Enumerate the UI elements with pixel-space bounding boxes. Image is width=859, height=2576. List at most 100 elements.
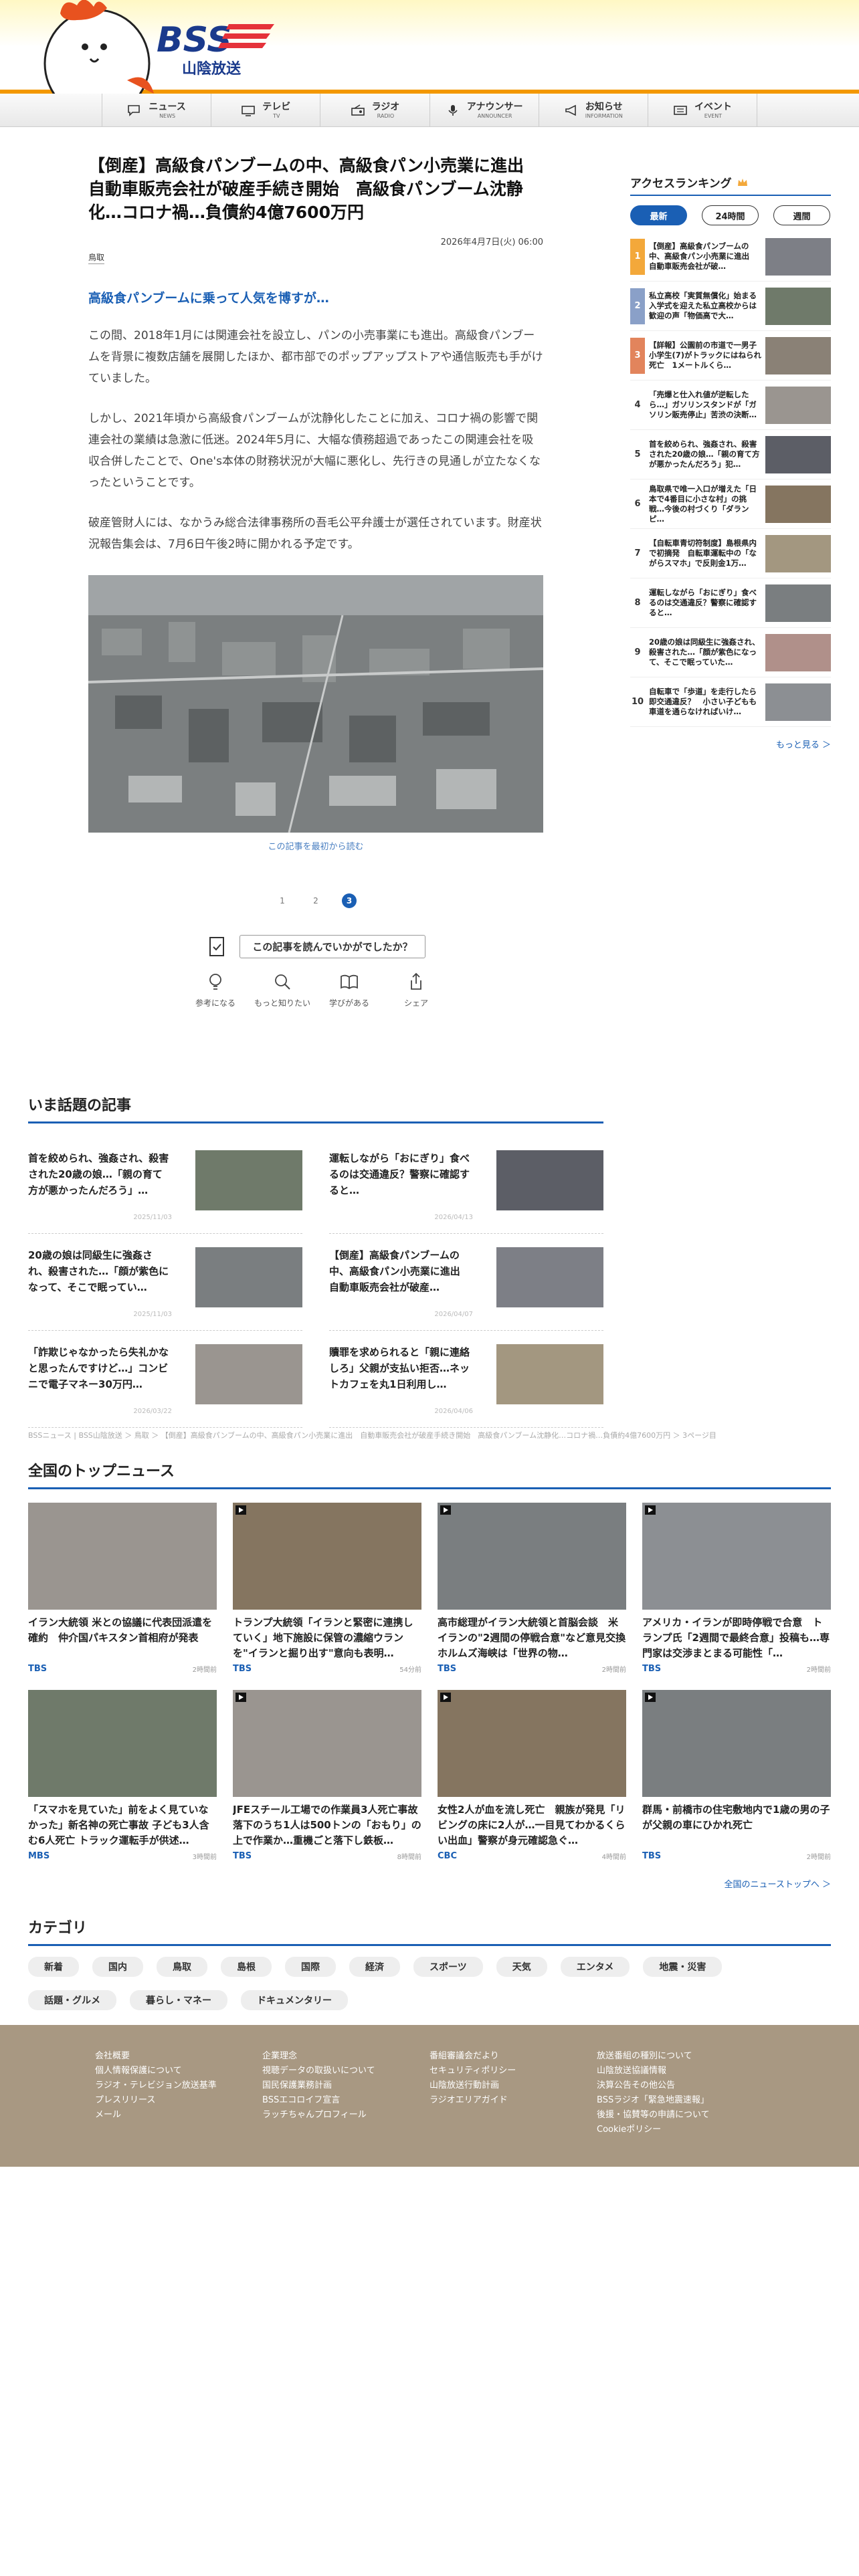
ranking-item[interactable]: 2 私立高校「実質無償化」始まる 入学式を迎えた私立高校からは歓迎の声「物価高で大… — [630, 282, 831, 331]
share-icon — [411, 972, 421, 990]
ranking-item[interactable]: 5 首を絞められ、強姦され、殺害された20歳の娘…「親の育て方が悪かったんだろう」… — [630, 430, 831, 479]
footer-link[interactable]: 山陰放送協議情報 — [597, 2064, 764, 2078]
bss-logo[interactable]: BSS 山陰放送 — [155, 15, 276, 82]
category-pill[interactable]: 国内 — [92, 1957, 143, 1977]
national-news-card[interactable]: JFEスチール工場での作業員3人死亡事故 落下のうち1人は500トンの「おもり」… — [233, 1690, 421, 1861]
national-news-card[interactable]: 高市総理がイラン大統領と首脳会談 米イランの"2週間の停戦合意"など意見交換 ホ… — [438, 1503, 626, 1674]
trending-item[interactable]: 【倒産】高級食パンブームの中、高級食パン小売業に進出 自動車販売会社が破産… 20… — [329, 1234, 603, 1331]
national-news-meta: CBC 4時間前 — [438, 1851, 626, 1861]
category-pill[interactable]: 話題・グルメ — [28, 1990, 116, 2010]
footer-link[interactable]: 決算公告その他公告 — [597, 2078, 764, 2093]
national-news-card[interactable]: 女性2人が血を流し死亡 親族が発見「リビングの床に2人が…一目見てわかるくらい出… — [438, 1690, 626, 1861]
ranking-item[interactable]: 7 【自転車青切符制度】島根県内で初摘発 自転車運転中の「ながらスマホ」で反則金1… — [630, 529, 831, 578]
ranking-item[interactable]: 6 鳥取県で唯一入口が増えた「日本で4番目に小さな村」の挑戦…今後の村づくり「ダラ… — [630, 479, 831, 529]
category-pill[interactable]: ドキュメンタリー — [241, 1990, 348, 2010]
footer-link[interactable]: ラッチちゃんプロフィール — [262, 2108, 430, 2123]
footer-link[interactable]: 放送番組の種別について — [597, 2049, 764, 2064]
trending-item[interactable]: 「詐欺じゃなかったら失礼かなと思ったんですけど…」コンビニで電子マネー30万円…… — [28, 1331, 302, 1428]
footer-link[interactable]: 会社概要 — [95, 2049, 262, 2064]
nav-radio[interactable]: ラジオ RADIO — [320, 94, 429, 127]
trending-item[interactable]: 贖罪を求められると「親に連絡しろ」父親が支払い拒否…ネットカフェを丸1日利用し…… — [329, 1331, 603, 1428]
national-news-card[interactable]: 群馬・前橋市の住宅敷地内で1歳の男の子が父親の車にひかれ死亡 TBS 2時間前 — [642, 1690, 831, 1861]
footer-link[interactable]: 番組審議会だより — [430, 2049, 597, 2064]
category-pill[interactable]: 新着 — [28, 1957, 79, 1977]
footer-link[interactable]: BSSラジオ「緊急地震速報」 — [597, 2093, 764, 2108]
svg-text:山陰放送: 山陰放送 — [182, 60, 241, 78]
tab-24h[interactable]: 24時間 — [702, 205, 759, 225]
trending-thumbnail — [496, 1150, 603, 1210]
reaction-want-more[interactable]: もっと知りたい — [254, 972, 310, 1008]
category-pill[interactable]: 国際 — [285, 1957, 336, 1977]
category-pill[interactable]: 地震・災害 — [643, 1957, 723, 1977]
nav-announcer[interactable]: アナウンサー ANNOUNCER — [429, 94, 539, 127]
category-pill[interactable]: 天気 — [496, 1957, 547, 1977]
reaction-share[interactable]: シェア — [391, 972, 442, 1008]
nav-information[interactable]: お知らせ INFORMATION — [538, 94, 648, 127]
page-link[interactable]: 1 — [275, 893, 290, 908]
news-time: 4時間前 — [601, 1854, 626, 1861]
footer-link[interactable]: 視聴データの取扱いについて — [262, 2064, 430, 2078]
national-grid: イラン大統領 米との協議に代表団派遣を確約 仲介国パキスタン首相府が発表 TBS 2… — [28, 1503, 831, 1861]
category-pill[interactable]: 経済 — [349, 1957, 400, 1977]
footer-link[interactable]: メール — [95, 2108, 262, 2123]
tab-latest[interactable]: 最新 — [630, 205, 687, 225]
footer-link[interactable]: 山陰放送行動計画 — [430, 2078, 597, 2093]
nav-sublabel: RADIO — [377, 112, 395, 119]
footer-link[interactable]: プレスリリース — [95, 2093, 262, 2108]
category-pill[interactable]: 暮らし・マネー — [130, 1990, 227, 2010]
national-news-card[interactable]: 「スマホを見ていた」前をよく見ていなかった」新名神の死亡事故 子ども3人含む6人… — [28, 1690, 217, 1861]
category-pill[interactable]: 島根 — [221, 1957, 272, 1977]
national-more-link[interactable]: 全国のニューストップへ ＞ — [28, 1877, 831, 1890]
reaction-buttons: 参考になる もっと知りたい 学びがある シェア — [88, 972, 543, 1008]
trending-item[interactable]: 20歳の娘は同級生に強姦され、殺害された…「顔が紫色になって、そこで眠ってい… 2… — [28, 1234, 302, 1331]
footer-link[interactable]: ラジオエリアガイド — [430, 2093, 597, 2108]
reaction-helpful[interactable]: 参考になる — [190, 972, 241, 1008]
ranking-item-text: 運転しながら「おにぎり」食べるのは交通違反？警察に確認すると… — [649, 588, 757, 617]
national-news-section: 全国のトップニュース イラン大統領 米との協議に代表団派遣を確約 仲介国パキスタ… — [28, 1459, 831, 1890]
ranking-item[interactable]: 4 「売爆と仕入れ値が逆転したら…」ガソリンスタンドが「ガソリン販売停止」苦渋の決… — [630, 381, 831, 430]
category-list: 新着 国内 鳥取 島根 国際 経済 スポーツ 天気 エンタメ 地震・災害話題・グルメ 暮らし・マネー… — [28, 1957, 764, 2010]
category-title: カテゴリ — [28, 1916, 831, 1946]
footer-link[interactable]: 企業理念 — [262, 2049, 430, 2064]
news-time: 2時間前 — [192, 1667, 217, 1674]
category-pill[interactable]: エンタメ — [560, 1957, 630, 1977]
category-pill[interactable]: スポーツ — [413, 1957, 483, 1977]
footer-link[interactable]: 国民保護業務計画 — [262, 2078, 430, 2093]
page-link[interactable]: 2 — [308, 893, 323, 908]
ranking-thumbnail — [765, 534, 831, 572]
article-tag[interactable]: 鳥取 — [88, 251, 105, 264]
footer-link[interactable]: BSSエコロイフ宣言 — [262, 2093, 430, 2108]
trending-item[interactable]: 首を絞められ、強姦され、殺害された20歳の娘…「親の育て方が悪かったんだろう」…… — [28, 1137, 302, 1234]
trending-item-body: 20歳の娘は同級生に強姦され、殺害された…「顔が紫色になって、そこで眠ってい… 2… — [28, 1247, 172, 1330]
read-from-start-link[interactable]: この記事を最初から読む — [88, 839, 543, 852]
footer-link[interactable]: Cookieポリシー — [597, 2123, 764, 2137]
aerial-city-image — [88, 575, 543, 833]
national-news-card[interactable]: アメリカ・イランが即時停戦で合意 トランプ氏「2週間で最終合意」投稿も…専門家は… — [642, 1503, 831, 1674]
ranking-item[interactable]: 10 自転車で「歩道」を走行したら即交通違反？ 小さい子どもも車道を通らなければい… — [630, 677, 831, 727]
tab-weekly[interactable]: 週間 — [773, 205, 830, 225]
reaction-learned[interactable]: 学びがある — [324, 972, 375, 1008]
trending-thumbnail — [496, 1247, 603, 1307]
footer-link[interactable]: ラジオ・テレビジョン放送基準 — [95, 2078, 262, 2093]
footer-link[interactable]: 後援・協賛等の申請について — [597, 2108, 764, 2123]
nav-tv[interactable]: テレビ TV — [211, 94, 320, 127]
nav-news[interactable]: ニュース NEWS — [102, 94, 211, 127]
ranking-item[interactable]: 3 【詳報】公園前の市道で一男子小学生(7)がトラックにはねられ死亡 1メートルく… — [630, 331, 831, 381]
national-news-text: 女性2人が血を流し死亡 親族が発見「リビングの床に2人が…一目見てわかるくらい出… — [438, 1804, 626, 1846]
nav-event[interactable]: イベント EVENT — [647, 94, 758, 127]
video-play-icon — [440, 1693, 451, 1702]
national-news-card[interactable]: イラン大統領 米との協議に代表団派遣を確約 仲介国パキスタン首相府が発表 TBS 2… — [28, 1503, 217, 1674]
ranking-list: 1 【倒産】高級食パンブームの中、高級食パン小売業に進出 自動車販売会社が破… 2 私… — [630, 232, 831, 727]
category-pill[interactable]: 鳥取 — [157, 1957, 207, 1977]
trending-thumbnail — [496, 1344, 603, 1404]
ranking-item[interactable]: 1 【倒産】高級食パンブームの中、高級食パン小売業に進出 自動車販売会社が破… — [630, 232, 831, 282]
ranking-item[interactable]: 9 20歳の娘は同級生に強姦され、殺害された…「顔が紫色になって、そこで眠っていた… — [630, 628, 831, 677]
trending-item[interactable]: 運転しながら「おにぎり」食べるのは交通違反？警察に確認すると… 2026/04/1… — [329, 1137, 603, 1234]
footer-link[interactable]: セキュリティポリシー — [430, 2064, 597, 2078]
ranking-title: アクセスランキング — [630, 177, 732, 191]
ranking-item[interactable]: 8 運転しながら「おにぎり」食べるのは交通違反？警察に確認すると… — [630, 578, 831, 628]
ranking-more-link[interactable]: もっと見る ＞ — [630, 738, 831, 750]
rank-number: 9 — [634, 647, 641, 657]
footer-link[interactable]: 個人情報保護について — [95, 2064, 262, 2078]
national-news-card[interactable]: トランプ大統領「イランと緊密に連携していく」地下施設に保管の濃縮ウランを"イラン… — [233, 1503, 421, 1674]
